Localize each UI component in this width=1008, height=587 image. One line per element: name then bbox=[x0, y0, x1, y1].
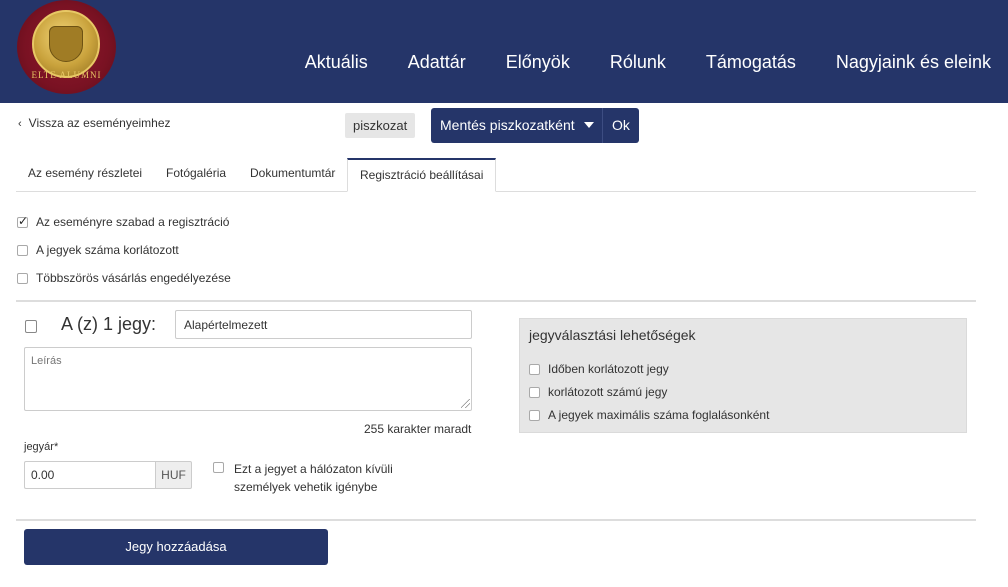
option-limited-tickets[interactable]: A jegyek száma korlátozott bbox=[17, 243, 179, 257]
nav-item-nagyjaink[interactable]: Nagyjaink és eleink bbox=[836, 52, 991, 73]
chevron-left-icon: ‹ bbox=[18, 118, 22, 130]
option-limited-count[interactable]: korlátozott számú jegy bbox=[529, 385, 667, 399]
ok-button[interactable]: Ok bbox=[602, 108, 639, 143]
nav-item-rolunk[interactable]: Rólunk bbox=[610, 52, 666, 73]
save-draft-label: Mentés piszkozatként bbox=[440, 117, 575, 133]
option-label: A jegyek maximális száma foglalásonként bbox=[548, 408, 770, 422]
resize-handle-icon[interactable] bbox=[461, 399, 470, 408]
back-link-label: Vissza az eseményeimhez bbox=[28, 116, 171, 130]
main-nav: Aktuális Adattár Előnyök Rólunk Támogatá… bbox=[265, 52, 991, 73]
elte-alumni-logo[interactable]: ELTE ALUMNI bbox=[17, 0, 116, 94]
divider bbox=[16, 300, 976, 302]
outside-network-label: Ezt a jegyet a hálózaton kívüli személye… bbox=[234, 462, 393, 494]
checkbox-outside-network[interactable] bbox=[213, 462, 224, 473]
price-label: jegyár* bbox=[24, 441, 59, 453]
option-label: Az eseményre szabad a regisztráció bbox=[36, 215, 230, 229]
back-link[interactable]: ‹ Vissza az eseményeimhez bbox=[18, 116, 171, 130]
ticket-name-input[interactable] bbox=[175, 310, 472, 339]
checkbox-limited-tickets[interactable] bbox=[17, 245, 28, 257]
tab-registration-settings[interactable]: Regisztráció beállításai bbox=[347, 158, 497, 192]
divider bbox=[16, 519, 976, 521]
remaining-characters: 255 karakter maradt bbox=[364, 422, 472, 436]
tab-event-details[interactable]: Az esemény részletei bbox=[28, 158, 142, 192]
checkbox-limited-count[interactable] bbox=[529, 387, 540, 399]
panel-title: jegyválasztási lehetőségek bbox=[529, 327, 696, 343]
nav-item-adattar[interactable]: Adattár bbox=[408, 52, 466, 73]
ticket-select-checkbox[interactable] bbox=[25, 320, 37, 333]
logo-seal bbox=[32, 10, 100, 78]
option-label: korlátozott számú jegy bbox=[548, 385, 668, 399]
ticket-description-field[interactable] bbox=[24, 347, 472, 411]
option-label: A jegyek száma korlátozott bbox=[36, 243, 179, 257]
checkbox-time-limited[interactable] bbox=[529, 364, 540, 376]
option-max-per-booking[interactable]: A jegyek maximális száma foglalásonként bbox=[529, 408, 769, 422]
nav-item-tamogatas[interactable]: Támogatás bbox=[706, 52, 796, 73]
logo-crest bbox=[49, 26, 83, 62]
price-input[interactable] bbox=[24, 461, 155, 489]
option-registration-open[interactable]: Az eseményre szabad a regisztráció bbox=[17, 214, 230, 229]
checkbox-multiple-purchase[interactable] bbox=[17, 273, 28, 285]
checkbox-max-per-booking[interactable] bbox=[529, 410, 540, 422]
nav-item-elonyok[interactable]: Előnyök bbox=[506, 52, 570, 73]
tab-bar: Az esemény részletei Fotógaléria Dokumen… bbox=[16, 158, 976, 192]
checkbox-registration-open[interactable] bbox=[17, 214, 28, 229]
status-badge: piszkozat bbox=[345, 113, 416, 138]
tab-documents[interactable]: Dokumentumtár bbox=[250, 158, 335, 192]
currency-addon: HUF bbox=[155, 461, 192, 489]
ticket-label: A (z) 1 jegy: bbox=[61, 314, 157, 334]
option-multiple-purchase[interactable]: Többszörös vásárlás engedélyezése bbox=[17, 271, 231, 285]
ticket-options-panel: jegyválasztási lehetőségek Időben korlát… bbox=[519, 318, 967, 433]
logo-text: ELTE ALUMNI bbox=[31, 70, 102, 80]
site-header: ELTE ALUMNI Aktuális Adattár Előnyök Ról… bbox=[0, 0, 1008, 103]
nav-item-aktualis[interactable]: Aktuális bbox=[305, 52, 368, 73]
add-ticket-button[interactable]: Jegy hozzáadása bbox=[24, 529, 328, 565]
option-label: Időben korlátozott jegy bbox=[548, 362, 669, 376]
option-label: Többszörös vásárlás engedélyezése bbox=[36, 271, 231, 285]
save-draft-button[interactable]: Mentés piszkozatként bbox=[431, 108, 602, 143]
caret-down-icon[interactable] bbox=[584, 122, 594, 128]
tab-photo-gallery[interactable]: Fotógaléria bbox=[166, 158, 226, 192]
option-time-limited[interactable]: Időben korlátozott jegy bbox=[529, 362, 669, 376]
